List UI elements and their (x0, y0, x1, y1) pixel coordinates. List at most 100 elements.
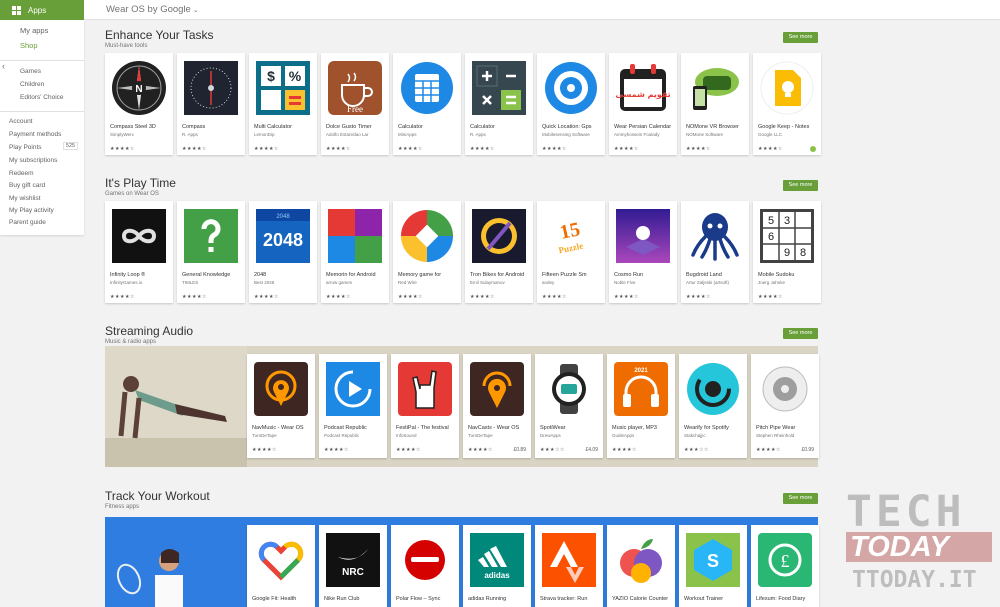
app-card[interactable]: Podcast Republic Podcast Republic ★★★★☆ (319, 354, 387, 458)
app-name: Lifesum: Food Diary (756, 596, 806, 602)
app-card[interactable]: S Workout Trainer (679, 525, 747, 607)
app-card[interactable]: Quick Location: Gps Mobilesensing Softwa… (537, 53, 605, 155)
app-card[interactable]: Calculator MiniApps ★★★★☆ (393, 53, 461, 155)
app-developer[interactable]: Adolfo Estanislao Lar (326, 132, 385, 137)
app-card[interactable]: FestiPal - The festival InfoSound ★★★★☆ (391, 354, 459, 458)
app-card[interactable]: N Compass Steel 3D SimplyWerx ★★★★☆ (105, 53, 173, 155)
nav-children[interactable]: Children (20, 81, 44, 88)
app-card[interactable]: 15 Puzzle Fifteen Puzzle Sm andey ★★★★☆ (537, 201, 605, 303)
app-card[interactable]: adidas adidas Running (463, 525, 531, 607)
app-name: NOMone VR Browser (686, 124, 739, 130)
see-more-button[interactable]: See more (783, 180, 818, 191)
app-developer[interactable]: Artur Zaljeski (artsoft) (686, 280, 745, 285)
app-card[interactable]: 2021 Music player, MP3 GuideApps ★★★★☆ (607, 354, 675, 458)
app-developer[interactable]: Ammyhossein Foulady (614, 132, 673, 137)
app-developer[interactable]: Stakchajjic (684, 433, 743, 438)
app-card[interactable]: Google Fit: Health (247, 525, 315, 607)
app-developer[interactable]: Joerg Jahnke (758, 280, 817, 285)
nav-payment-methods[interactable]: Payment methods (9, 131, 61, 138)
app-card[interactable]: Tron Bikes for Android Emil Sulaymanov ★… (465, 201, 533, 303)
app-card[interactable]: Strava tracker: Run (535, 525, 603, 607)
app-name: Podcast Republic (324, 425, 367, 431)
app-rating: ★★★★☆ (614, 146, 639, 152)
app-developer[interactable]: NOMone Software (686, 132, 745, 137)
app-name: General Knowledge (182, 272, 231, 278)
app-card[interactable]: $% Multi Calculator LemonDip ★★★★☆ (249, 53, 317, 155)
workout-banner: Google Fit: Health NRC Nike Run Club Pol… (105, 517, 819, 607)
app-developer[interactable]: MiniApps (398, 132, 457, 137)
see-more-button[interactable]: See more (783, 328, 818, 339)
app-card[interactable]: Polar Flow – Sync (391, 525, 459, 607)
app-developer[interactable]: TurnDeTape (252, 433, 311, 438)
see-more-button[interactable]: See more (783, 32, 818, 43)
nav-editors-choice[interactable]: Editors' Choice (20, 94, 64, 101)
app-developer[interactable]: Red Wire (398, 280, 457, 285)
free-label: Free (347, 104, 363, 114)
nav-buy-gift-card[interactable]: Buy gift card (9, 182, 45, 189)
nav-account[interactable]: Account (9, 118, 33, 125)
app-card[interactable]: Infinity Loop ® InfinityGames.io ★★★★☆ (105, 201, 173, 303)
nav-parent-guide[interactable]: Parent guide (9, 219, 46, 226)
apps-grid-icon (12, 5, 21, 15)
app-developer[interactable]: Emil Sulaymanov (470, 280, 529, 285)
app-developer[interactable]: SimplyWerx (110, 132, 169, 137)
app-card[interactable]: NRC Nike Run Club (319, 525, 387, 607)
app-name: NavMusic - Wear OS (252, 425, 304, 431)
nav-my-wishlist[interactable]: My wishlist (9, 195, 40, 202)
app-name: Wearify for Spotify (684, 425, 729, 431)
app-developer[interactable]: DrewApps (540, 433, 599, 438)
app-card[interactable]: Calculator R. Apps ★★★★☆ (465, 53, 533, 155)
app-developer[interactable]: Podcast Republic (324, 433, 383, 438)
app-developer[interactable]: InfinityGames.io (110, 280, 169, 285)
app-card[interactable]: NOMone VR Browser NOMone Software ★★★★☆ (681, 53, 749, 155)
app-card[interactable]: Wearify for Spotify Stakchajjic ★★★☆☆ (679, 354, 747, 458)
collapse-nav-chevron-icon[interactable]: ‹ (2, 61, 5, 71)
app-developer[interactable]: TurnDeTape (468, 433, 527, 438)
app-name: 2048 (254, 272, 267, 278)
app-card[interactable]: Bugdroid Land Artur Zaljeski (artsoft) ★… (681, 201, 749, 303)
apps-category-tab[interactable]: Apps (0, 0, 84, 20)
app-card[interactable]: 2048 2048 2048 Best 2048 ★★★★☆ (249, 201, 317, 303)
app-developer[interactable]: Google LLC (758, 132, 817, 137)
app-card[interactable]: NavMusic - Wear OS TurnDeTape ★★★★☆ (247, 354, 315, 458)
app-developer[interactable]: Noble Five (614, 280, 673, 285)
app-card[interactable]: NavCasts - Wear OS TurnDeTape ★★★★☆ £0.8… (463, 354, 531, 458)
app-developer[interactable]: Best 2048 (254, 280, 313, 285)
app-card[interactable]: Compass R. Apps ★★★★☆ (177, 53, 245, 155)
app-card[interactable]: Memorin for Android arrow games ★★★★☆ (321, 201, 389, 303)
app-developer[interactable]: andey (542, 280, 601, 285)
app-card[interactable]: Pitch Pipe Wear Stephen Rheinhold ★★★★☆ … (751, 354, 819, 458)
app-developer[interactable]: LemonDip (254, 132, 313, 137)
app-card[interactable]: Memory game for Red Wire ★★★★☆ (393, 201, 461, 303)
app-card[interactable]: Free Dolce Gusto Timer Adolfo Estanislao… (321, 53, 389, 155)
nav-redeem[interactable]: Redeem (9, 170, 34, 177)
pushup-athlete-image (105, 346, 247, 467)
nav-play-points[interactable]: Play Points (9, 144, 42, 151)
tennis-player-image (105, 517, 247, 607)
app-card[interactable]: General Knowledge TIMLES ★★★★☆ (177, 201, 245, 303)
app-developer[interactable]: InfoSound (396, 433, 455, 438)
app-card[interactable]: 53698 Mobile Sudoku Joerg Jahnke ★★★★☆ (753, 201, 821, 303)
nav-games[interactable]: Games (20, 68, 41, 75)
app-card[interactable]: Google Keep - Notes Google LLC ★★★★☆ (753, 53, 821, 155)
developer-title[interactable]: Wear OS by Google ⌄ (106, 4, 199, 15)
app-developer[interactable]: arrow games (326, 280, 385, 285)
nav-shop[interactable]: Shop (20, 41, 38, 50)
app-developer[interactable]: Stephen Rheinhold (756, 433, 815, 438)
app-card[interactable]: SpotiWear DrewApps ★★★☆☆ £4.09 (535, 354, 603, 458)
app-card[interactable]: £ Lifesum: Food Diary (751, 525, 819, 607)
app-developer[interactable]: R. Apps (182, 132, 241, 137)
percent-label: % (289, 68, 302, 84)
nav-my-play-activity[interactable]: My Play activity (9, 207, 54, 214)
app-name: Memorin for Android (326, 272, 376, 278)
app-developer[interactable]: GuideApps (612, 433, 671, 438)
app-card[interactable]: YAZIO Calorie Counter (607, 525, 675, 607)
app-card[interactable]: تقویم شمسی Wear Persian Calendar Ammyhos… (609, 53, 677, 155)
see-more-button[interactable]: See more (783, 493, 818, 504)
app-card[interactable]: Cosmo Run Noble Five ★★★★☆ (609, 201, 677, 303)
nav-my-apps[interactable]: My apps (20, 26, 48, 35)
nav-my-subscriptions[interactable]: My subscriptions (9, 157, 57, 164)
app-developer[interactable]: TIMLES (182, 280, 241, 285)
app-developer[interactable]: R. Apps (470, 132, 529, 137)
app-developer[interactable]: Mobilesensing Software (542, 132, 601, 137)
